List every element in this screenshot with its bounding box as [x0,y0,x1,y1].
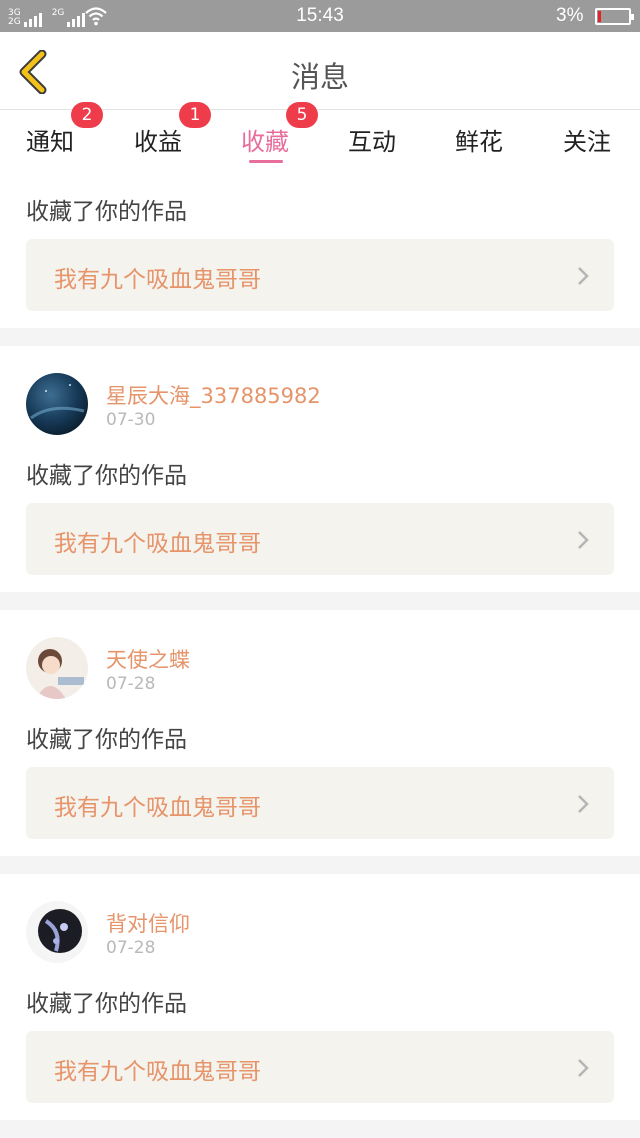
action-text: 收藏了你的作品 [26,199,187,225]
feed-item: 收藏了你的作品 我有九个吸血鬼哥哥 [0,170,640,328]
work-link[interactable]: 我有九个吸血鬼哥哥 [26,767,614,839]
user-name[interactable]: 背对信仰 [106,908,190,938]
page-title: 消息 [290,60,349,94]
action-text: 收藏了你的作品 [26,727,187,753]
battery-percent: 3% [556,5,584,26]
feed-item: 背对信仰 07-28 收藏了你的作品 我有九个吸血鬼哥哥 [0,874,640,1120]
action-text: 收藏了你的作品 [26,463,187,489]
tab-notifications[interactable]: 通知 [26,122,74,157]
work-link[interactable]: 我有九个吸血鬼哥哥 [26,503,614,575]
user-name[interactable]: 星辰大海_337885982 [106,380,321,410]
action-text: 收藏了你的作品 [26,991,187,1017]
work-title: 我有九个吸血鬼哥哥 [54,1059,261,1085]
post-date: 07-28 [106,938,156,958]
feed-item: 星辰大海_337885982 07-30 收藏了你的作品 我有九个吸血鬼哥哥 [0,346,640,592]
chevron-right-icon [578,1059,589,1077]
work-link[interactable]: 我有九个吸血鬼哥哥 [26,1031,614,1103]
post-date: 07-28 [106,674,156,694]
avatar[interactable] [26,373,88,435]
work-title: 我有九个吸血鬼哥哥 [54,531,261,557]
chevron-right-icon [578,795,589,813]
tab-notifications-badge: 2 [71,102,103,128]
chevron-right-icon [578,267,589,285]
tab-earnings[interactable]: 收益 [134,122,182,157]
avatar[interactable] [26,901,88,963]
work-title: 我有九个吸血鬼哥哥 [54,267,261,293]
tab-interactions[interactable]: 互动 [348,122,396,157]
tab-earnings-badge: 1 [179,102,211,128]
tab-follows[interactable]: 关注 [563,122,611,157]
work-link[interactable]: 我有九个吸血鬼哥哥 [26,239,614,311]
avatar[interactable] [26,637,88,699]
user-name[interactable]: 天使之蝶 [106,644,190,674]
app-header: 消息 [0,32,640,110]
status-time: 15:43 [296,5,344,26]
tab-bar: 通知 2 收益 1 收藏 5 互动 鲜花 关注 [0,102,640,170]
tab-favorites[interactable]: 收藏 [241,122,289,157]
post-date: 07-30 [106,410,156,430]
tab-flowers[interactable]: 鲜花 [455,122,503,157]
tab-favorites-badge: 5 [286,102,318,128]
chevron-right-icon [578,531,589,549]
feed-item: 天使之蝶 07-28 收藏了你的作品 我有九个吸血鬼哥哥 [0,610,640,856]
battery-icon [595,8,634,25]
battery-fill [598,11,601,22]
work-title: 我有九个吸血鬼哥哥 [54,795,261,821]
status-bar: 3G 2G 2G 15:43 3% [0,0,640,32]
active-tab-indicator [249,160,283,163]
